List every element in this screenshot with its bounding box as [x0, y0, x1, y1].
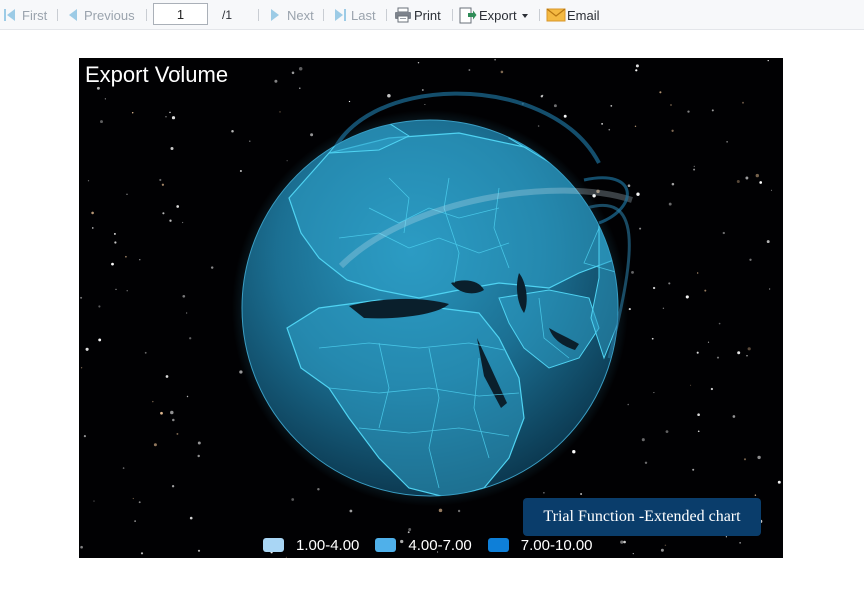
- email-button[interactable]: Email: [546, 0, 600, 30]
- toolbar-divider: [57, 9, 58, 21]
- toolbar-divider: [539, 9, 540, 21]
- globe-chart: Export Volume Trial Function -Extended c…: [79, 58, 783, 558]
- first-page-button[interactable]: First: [3, 0, 47, 30]
- page-number-input[interactable]: [153, 3, 208, 25]
- previous-page-button[interactable]: Previous: [66, 0, 135, 30]
- next-page-label: Next: [287, 7, 314, 23]
- last-page-button[interactable]: Last: [332, 0, 376, 30]
- legend-swatch: [263, 538, 284, 552]
- legend-label: 4.00-7.00: [408, 536, 472, 554]
- toolbar-divider: [146, 9, 147, 21]
- legend-swatch: [375, 538, 397, 552]
- legend-item[interactable]: 4.00-7.00: [375, 536, 472, 554]
- legend-label: 1.00-4.00: [296, 536, 360, 554]
- next-page-button[interactable]: Next: [268, 0, 314, 30]
- toolbar-divider: [452, 9, 453, 21]
- export-icon: [459, 7, 477, 24]
- legend-item[interactable]: 1.00-4.00: [263, 537, 359, 554]
- printer-icon: [395, 7, 411, 23]
- export-label: Export: [479, 7, 517, 23]
- envelope-icon: [546, 8, 566, 22]
- print-button[interactable]: Print: [394, 0, 441, 30]
- globe-visual[interactable]: [79, 58, 783, 558]
- export-dropdown-button[interactable]: Export: [459, 0, 528, 30]
- total-pages: /1: [222, 8, 233, 22]
- last-page-label: Last: [351, 7, 376, 23]
- legend: 1.00-4.00 4.00-7.00 7.00-10.00: [263, 535, 609, 555]
- toolbar-divider: [323, 9, 324, 21]
- next-page-icon: [271, 9, 279, 21]
- first-page-icon: [4, 9, 15, 21]
- chart-title: Export Volume: [85, 62, 229, 87]
- legend-item[interactable]: 7.00-10.00: [487, 536, 593, 554]
- toolbar-divider: [258, 9, 259, 21]
- previous-page-label: Previous: [84, 7, 135, 23]
- first-page-label: First: [22, 7, 48, 23]
- chevron-down-icon: [521, 14, 528, 18]
- trial-notice: Trial Function -Extended chart: [523, 498, 761, 536]
- email-label: Email: [567, 7, 600, 23]
- previous-page-icon: [69, 9, 77, 21]
- legend-swatch: [487, 538, 509, 552]
- toolbar-divider: [386, 9, 387, 21]
- last-page-icon: [335, 9, 346, 21]
- print-label: Print: [414, 7, 441, 23]
- report-toolbar: First Previous /1 Next Last Print Export…: [0, 0, 864, 30]
- legend-label: 7.00-10.00: [520, 536, 593, 554]
